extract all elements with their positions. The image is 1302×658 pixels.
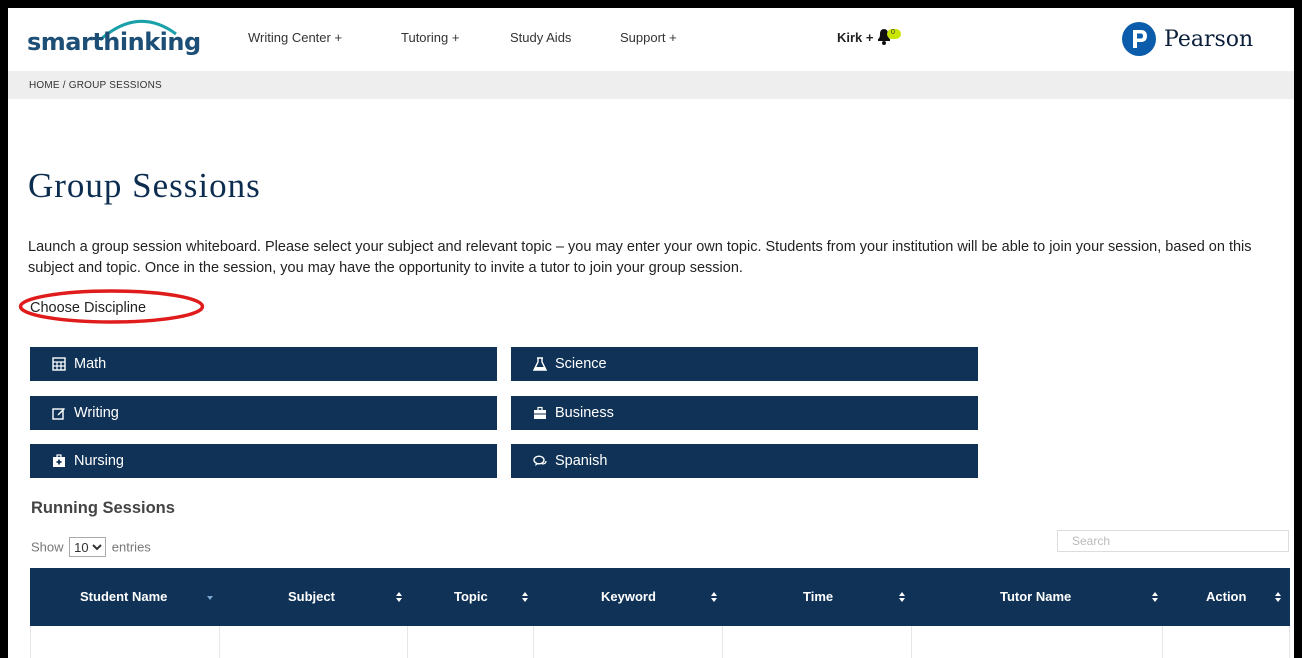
user-menu[interactable]: Kirk + bbox=[837, 30, 874, 45]
sort-icon[interactable] bbox=[521, 590, 529, 604]
col-student-name[interactable]: Student Name bbox=[80, 568, 167, 626]
writing-button-label: Writing bbox=[74, 405, 119, 421]
col-tutor-name[interactable]: Tutor Name bbox=[1000, 568, 1071, 626]
bell-icon bbox=[878, 29, 901, 45]
writing-button[interactable]: Writing bbox=[30, 396, 497, 430]
sort-icon[interactable] bbox=[1151, 590, 1159, 604]
briefcase-icon bbox=[534, 406, 546, 419]
show-label: Show bbox=[31, 539, 64, 555]
science-button[interactable]: Science bbox=[511, 347, 978, 381]
nav-study-aids[interactable]: Study Aids bbox=[510, 30, 571, 45]
table-cell bbox=[219, 626, 408, 658]
entries-length-control: Show 10 entries bbox=[31, 537, 151, 557]
table-cell bbox=[1163, 626, 1290, 658]
col-time[interactable]: Time bbox=[803, 568, 833, 626]
pearson-logo-text[interactable]: Pearson bbox=[1164, 27, 1253, 52]
running-sessions-heading: Running Sessions bbox=[31, 499, 175, 517]
intro-text: Launch a group session whiteboard. Pleas… bbox=[28, 239, 1252, 276]
sort-icon[interactable] bbox=[1274, 590, 1282, 604]
table-cell bbox=[408, 626, 534, 658]
top-navigation: smarthinking Writing Center + Tutoring +… bbox=[8, 8, 1294, 71]
col-subject[interactable]: Subject bbox=[288, 568, 335, 626]
edit-icon bbox=[52, 408, 65, 420]
sort-icon[interactable] bbox=[898, 590, 906, 604]
pearson-logo-icon bbox=[1122, 22, 1156, 56]
science-button-label: Science bbox=[555, 356, 607, 372]
entries-label: entries bbox=[111, 539, 151, 555]
calculator-icon bbox=[52, 357, 66, 371]
sort-desc-icon[interactable] bbox=[206, 590, 214, 604]
nursing-button[interactable]: Nursing bbox=[30, 444, 497, 478]
business-button[interactable]: Business bbox=[511, 396, 978, 430]
business-button-label: Business bbox=[555, 405, 614, 421]
sort-icon[interactable] bbox=[395, 590, 403, 604]
spanish-button[interactable]: Spanish bbox=[511, 444, 978, 478]
table-cell bbox=[534, 626, 723, 658]
nursing-button-label: Nursing bbox=[74, 453, 124, 469]
choose-discipline-label: Choose Discipline bbox=[30, 300, 147, 316]
entries-select[interactable]: 10 bbox=[69, 537, 107, 557]
sessions-table-header: Student Name Subject Topic Keyword Time … bbox=[30, 568, 1290, 626]
col-action[interactable]: Action bbox=[1206, 568, 1246, 626]
sort-icon[interactable] bbox=[710, 590, 718, 604]
chat-bubbles-icon bbox=[533, 455, 547, 466]
page-frame: smarthinking Writing Center + Tutoring +… bbox=[8, 8, 1294, 658]
breadcrumb[interactable]: HOME / GROUP SESSIONS bbox=[29, 80, 162, 91]
search-input[interactable] bbox=[1057, 530, 1289, 552]
notifications-button[interactable]: 0 bbox=[875, 26, 905, 46]
math-button[interactable]: Math bbox=[30, 347, 497, 381]
col-keyword[interactable]: Keyword bbox=[601, 568, 656, 626]
table-cell bbox=[912, 626, 1163, 658]
nav-tutoring[interactable]: Tutoring + bbox=[401, 30, 459, 45]
table-row bbox=[30, 626, 1290, 658]
nav-support[interactable]: Support + bbox=[620, 30, 677, 45]
col-topic[interactable]: Topic bbox=[454, 568, 488, 626]
math-button-label: Math bbox=[74, 356, 107, 372]
flask-icon bbox=[533, 357, 547, 371]
breadcrumb-bar: HOME / GROUP SESSIONS bbox=[8, 71, 1294, 99]
smarthinking-logo[interactable]: smarthinking bbox=[27, 28, 201, 56]
table-cell bbox=[30, 626, 220, 658]
page-title: Group Sessions bbox=[28, 166, 261, 205]
nav-writing-center[interactable]: Writing Center + bbox=[248, 30, 342, 45]
medkit-icon bbox=[53, 454, 65, 467]
spanish-button-label: Spanish bbox=[555, 453, 608, 469]
notification-badge-count: 0 bbox=[891, 29, 895, 36]
table-cell bbox=[723, 626, 912, 658]
